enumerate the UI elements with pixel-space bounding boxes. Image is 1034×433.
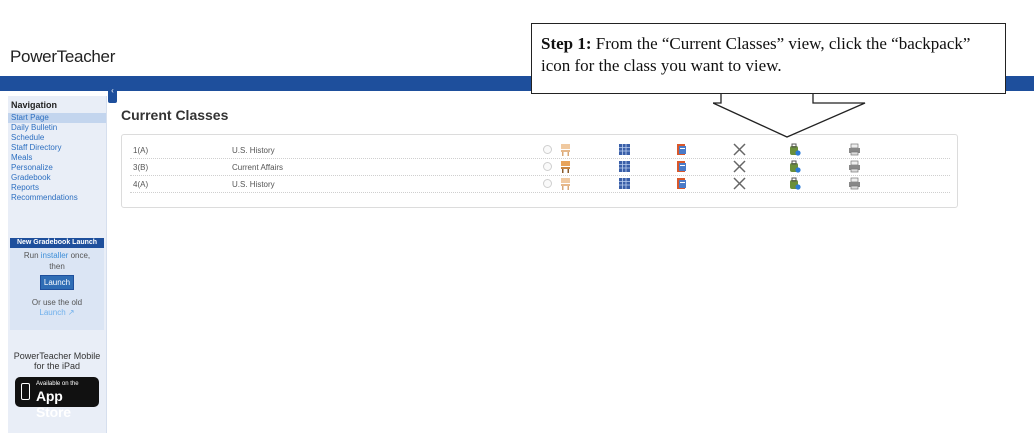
period-cell: 4(A) — [133, 180, 149, 189]
sidebar-item-personalize[interactable]: Personalize — [8, 163, 106, 173]
gradebook-grid-icon[interactable] — [618, 143, 631, 156]
seating-chart-icon[interactable] — [559, 160, 572, 173]
table-row: 1(A) U.S. History — [130, 141, 950, 159]
instruction-callout: Step 1: From the “Current Classes” view,… — [531, 23, 1006, 94]
gradebook-grid-icon[interactable] — [618, 177, 631, 190]
sidebar-item-start-page[interactable]: Start Page — [8, 113, 106, 123]
sidebar-item-gradebook[interactable]: Gradebook — [8, 173, 106, 183]
callout-text: Step 1: From the “Current Classes” view,… — [541, 33, 1001, 77]
launch-heading: New Gradebook Launch — [10, 238, 104, 248]
tools-icon[interactable] — [733, 160, 746, 173]
gradebook-launch-box: New Gradebook Launch Run installer once,… — [10, 238, 104, 330]
page-title: Current Classes — [121, 107, 229, 123]
backpack-icon[interactable] — [788, 160, 801, 173]
radio-icon[interactable] — [543, 145, 552, 154]
radio-icon[interactable] — [543, 179, 552, 188]
run-suffix: once, — [68, 251, 91, 260]
or-use-text: Or use the old — [31, 298, 83, 307]
radio-icon[interactable] — [543, 162, 552, 171]
table-row: 4(A) U.S. History — [130, 175, 950, 193]
app-store-small-text: Available on the — [36, 381, 79, 387]
roster-book-icon[interactable] — [675, 177, 688, 190]
period-cell: 1(A) — [133, 146, 149, 155]
callout-step: Step 1: — [541, 34, 592, 53]
then-text: then — [49, 262, 65, 271]
roster-book-icon[interactable] — [675, 143, 688, 156]
old-launch-text: Or use the old Launch ↗ — [10, 298, 104, 318]
sidebar-item-schedule[interactable]: Schedule — [8, 133, 106, 143]
backpack-icon[interactable] — [788, 177, 801, 190]
mobile-promo-text: PowerTeacher Mobile for the iPad — [13, 351, 101, 371]
period-cell: 3(B) — [133, 163, 149, 172]
current-classes-table: 1(A) U.S. History 3(B) Current Affairs 4… — [121, 134, 958, 208]
installer-link[interactable]: installer — [41, 251, 69, 260]
collapse-sidebar-icon[interactable]: ‹ — [108, 87, 117, 103]
powerteacher-logo: PowerTeacher — [10, 47, 116, 66]
sidebar-item-staff-directory[interactable]: Staff Directory — [8, 143, 106, 153]
printer-icon[interactable] — [848, 177, 861, 190]
printer-icon[interactable] — [848, 143, 861, 156]
tools-icon[interactable] — [733, 177, 746, 190]
navigation-title: Navigation — [11, 100, 58, 110]
app-store-badge[interactable]: Available on the App Store — [15, 377, 99, 420]
seating-chart-icon[interactable] — [559, 143, 572, 156]
run-prefix: Run — [23, 251, 41, 260]
launch-button[interactable]: Launch — [40, 275, 74, 290]
external-link-icon: ↗ — [65, 308, 75, 317]
sidebar-item-recommendations[interactable]: Recommendations — [8, 193, 106, 203]
callout-body: From the “Current Classes” view, click t… — [541, 34, 971, 75]
old-launch-link[interactable]: Launch — [39, 308, 65, 317]
seating-chart-icon[interactable] — [559, 177, 572, 190]
course-cell: Current Affairs — [232, 163, 283, 172]
backpack-icon[interactable] — [788, 143, 801, 156]
course-cell: U.S. History — [232, 180, 275, 189]
callout-arrow — [713, 94, 866, 138]
app-store-big-text: App Store — [36, 388, 71, 420]
sidebar: Navigation Start Page Daily Bulletin Sch… — [8, 96, 107, 433]
nav-list: Start Page Daily Bulletin Schedule Staff… — [8, 113, 106, 203]
launch-instructions: Run installer once, then — [10, 250, 104, 272]
iphone-icon — [21, 383, 30, 400]
tools-icon[interactable] — [733, 143, 746, 156]
roster-book-icon[interactable] — [675, 160, 688, 173]
sidebar-item-daily-bulletin[interactable]: Daily Bulletin — [8, 123, 106, 133]
sidebar-item-reports[interactable]: Reports — [8, 183, 106, 193]
sidebar-item-meals[interactable]: Meals — [8, 153, 106, 163]
table-row: 3(B) Current Affairs — [130, 158, 950, 176]
course-cell: U.S. History — [232, 146, 275, 155]
gradebook-grid-icon[interactable] — [618, 160, 631, 173]
printer-icon[interactable] — [848, 160, 861, 173]
